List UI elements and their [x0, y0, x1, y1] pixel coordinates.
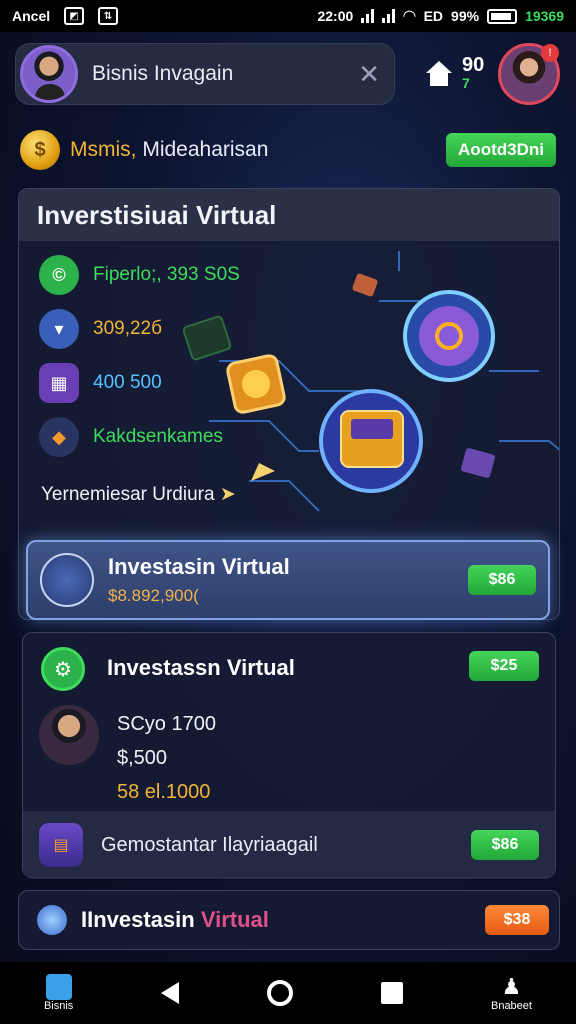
card3-title-a: IInvestasin — [81, 907, 195, 932]
featured-amount: $8.892,900( — [108, 586, 199, 605]
investment-card-2[interactable]: ⚙ Investassn Virtual $25 SCyo 1700 $,500… — [22, 632, 556, 879]
stat-row-1: © Fiperlo;, 393 S0S — [39, 255, 240, 295]
stat-row-3: ▦ 400 500 — [39, 363, 162, 403]
coins-action-button[interactable]: Aootd3Dni — [446, 133, 556, 167]
data-icon: ⇅ — [98, 7, 119, 25]
carrier-label: Ancel — [12, 8, 51, 24]
wifi-icon: ◠ — [403, 8, 416, 25]
shield-icon: ◆ — [39, 417, 79, 457]
panel-title: Inverstisiuai Virtual — [19, 189, 559, 241]
users-icon: ♟ — [501, 974, 522, 999]
investor-avatar — [39, 705, 99, 765]
vault-icon — [40, 553, 94, 607]
card2-footer-text: Gemostantar Ilayriaagail — [101, 833, 318, 856]
panel-tagline: Yernemiesar Urdiura ➤ — [41, 483, 236, 506]
chart-icon: ▦ — [39, 363, 79, 403]
coin-icon: $ — [20, 130, 60, 170]
gear-icon: ⚙ — [41, 647, 85, 691]
recents-icon[interactable] — [381, 982, 404, 1004]
card2-price-button[interactable]: $25 — [469, 651, 539, 681]
coins-label-a: Msmis, — [70, 138, 137, 161]
calculator-icon: ▤ — [39, 823, 83, 867]
investment-card-3[interactable]: IInvestasin Virtual $38 — [18, 890, 560, 950]
home-icon[interactable] — [426, 61, 452, 87]
profile-avatar[interactable] — [20, 45, 78, 103]
counter-bottom: 7 — [462, 75, 470, 91]
card2-title: Investassn Virtual — [107, 655, 295, 680]
nav-business-label: Bisnis — [43, 1000, 74, 1012]
nav-users-label: Bnabeet — [490, 1000, 532, 1012]
signal-icon-2 — [382, 9, 396, 23]
screenshot-icon: ◩ — [64, 7, 85, 25]
basket-icon: ▾ — [39, 309, 79, 349]
featured-title: Investasin Virtual — [108, 554, 290, 579]
notification-badge-icon: ! — [541, 44, 559, 62]
card3-price-button[interactable]: $38 — [485, 905, 549, 935]
network-label: ED — [423, 8, 444, 24]
home-button-icon[interactable] — [267, 980, 294, 1006]
stat-row-2: ▾ 309,22б — [39, 309, 162, 349]
stat-row-4: ◆ Kakdsenkames — [39, 417, 223, 457]
featured-investment-card[interactable]: Investasin Virtual $8.892,900( $86 — [26, 540, 550, 620]
coins-label: Msmis, Mideaharisan — [70, 138, 268, 162]
stat-value-2: 309,22б — [93, 318, 162, 339]
coin-icon: © — [39, 255, 79, 295]
stat-value-3: 400 500 — [93, 372, 162, 393]
navigation-bar: Bisnis ♟ Bnabeet — [0, 962, 576, 1024]
card2-line-3: 58 el.1000 — [117, 781, 211, 803]
globe-icon — [37, 905, 67, 935]
search-bar[interactable]: Bisnis Invagain ✕ — [16, 44, 394, 104]
battery-icon — [487, 8, 518, 24]
back-icon[interactable] — [161, 982, 180, 1004]
stat-value-1: Fiperlo;, 393 S0S — [93, 264, 240, 285]
stat-value-4: Kakdsenkames — [93, 426, 223, 447]
status-extra: 19369 — [525, 8, 564, 24]
card2-line-2: $,500 — [117, 747, 168, 769]
featured-price-button[interactable]: $86 — [468, 565, 536, 595]
battery-percent: 99% — [451, 8, 480, 24]
coins-label-b: Mideaharisan — [142, 138, 269, 161]
user-avatar[interactable]: ! — [498, 43, 560, 105]
status-bar: Ancel ◩ ⇅ 22:00 ◠ ED 99% 19369 — [0, 0, 576, 32]
header-counter: 90 7 — [462, 54, 485, 92]
search-title: Bisnis Invagain — [92, 62, 234, 85]
card2-footer-button[interactable]: $86 — [471, 830, 539, 860]
tagline-text: Yernemiesar Urdiura — [41, 484, 215, 505]
paper-plane-icon: ➤ — [219, 484, 236, 505]
clock: 22:00 — [317, 8, 354, 24]
nav-users[interactable]: ♟ Bnabeet — [491, 974, 532, 1012]
nav-business[interactable]: Bisnis — [44, 974, 73, 1012]
card3-title-b: Virtual — [200, 907, 269, 932]
card2-line-1: SCyo 1700 — [117, 713, 216, 735]
app-header: Bisnis Invagain ✕ 90 7 ! — [16, 40, 560, 108]
signal-icon — [361, 9, 375, 23]
coins-row: $ Msmis, Mideaharisan Aootd3Dni — [20, 128, 556, 172]
counter-top: 90 — [462, 54, 485, 76]
business-icon — [45, 974, 72, 1000]
close-icon[interactable]: ✕ — [358, 59, 380, 90]
